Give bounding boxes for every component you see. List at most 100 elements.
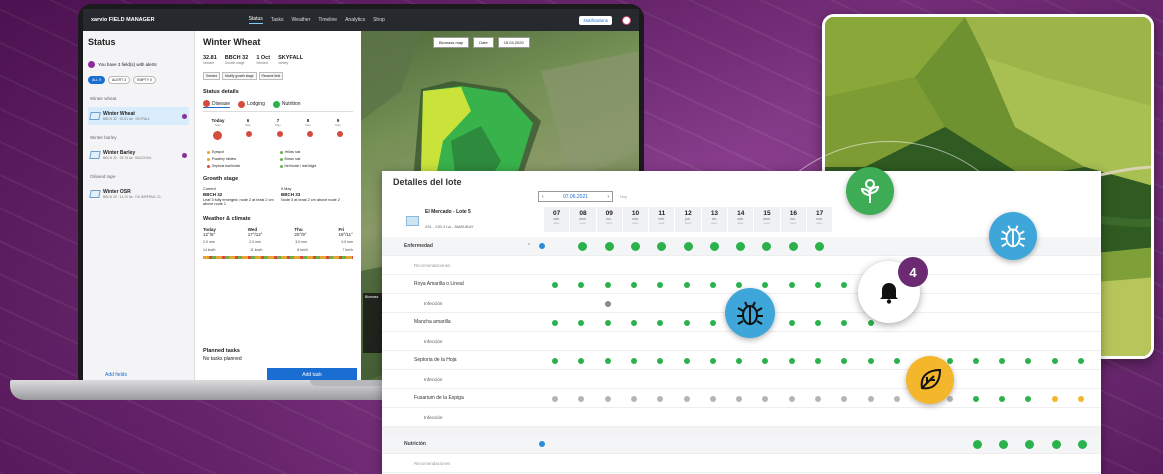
risk-dot[interactable] [604,357,611,364]
chip-all[interactable]: ALL 9 [88,76,106,84]
risk-dot[interactable] [815,319,821,326]
risk-dot[interactable] [1078,357,1084,364]
table-row[interactable]: Recomendaciones [382,256,1101,275]
risk-dot[interactable] [788,357,795,364]
risk-dot[interactable] [337,131,343,137]
prev-date-icon[interactable]: ‹ [542,194,544,200]
risk-dot[interactable] [604,281,611,288]
nav-shop[interactable]: Shop [373,17,385,23]
risk-dot[interactable] [657,395,664,402]
risk-dot[interactable] [578,281,585,288]
risk-dot[interactable] [736,281,743,288]
notifications-button[interactable]: Notifications [579,15,612,25]
risk-dot[interactable] [552,319,558,326]
chip-alert[interactable]: ALERT 3 [108,76,131,84]
risk-dot[interactable] [604,395,611,402]
nav-weather[interactable]: Weather [292,17,311,23]
risk-dot[interactable] [841,395,848,402]
category-row[interactable]: Nutrición [382,435,1101,454]
risk-dot[interactable] [972,440,982,449]
risk-dot[interactable] [972,395,979,402]
risk-dot[interactable] [815,357,821,364]
risk-dot[interactable] [246,131,253,137]
risk-dot[interactable] [604,319,611,326]
risk-dot[interactable] [841,357,848,364]
risk-dot[interactable] [1051,357,1058,364]
table-row[interactable]: Recomendaciones [382,454,1101,473]
risk-dot[interactable] [709,281,716,288]
risk-dot[interactable] [1051,440,1061,449]
risk-dot[interactable] [552,395,558,402]
nav-tasks[interactable]: Tasks [271,17,284,23]
tab-disease[interactable]: Disease [203,100,231,108]
risk-dot[interactable] [736,242,746,251]
risk-dot[interactable] [867,319,874,326]
risk-dot[interactable] [552,281,558,288]
table-row[interactable]: Fusarium de la Espiga [382,389,1101,408]
risk-dot[interactable] [657,357,664,364]
risk-dot[interactable] [999,440,1009,449]
table-row[interactable]: Infección [382,408,1101,427]
risk-dot[interactable] [762,281,769,288]
seeded-button[interactable]: Seeded [203,72,220,80]
nav-analytics[interactable]: Analytics [345,17,365,23]
risk-dot[interactable] [1078,395,1084,402]
collapse-chevron-icon[interactable]: ⌃ [527,243,531,249]
risk-dot[interactable] [683,242,693,251]
field-item-winter-osr[interactable]: Winter OSR BBCH 30 · 14.10 ha · DK IMPERI… [88,185,189,203]
map-layer-select[interactable]: Biomass map [433,37,470,48]
risk-dot[interactable] [788,242,798,251]
table-row[interactable]: Infección [382,370,1101,389]
field-item-winter-wheat[interactable]: Winter Wheat BBCH 32 · 32.81 ha · SKYFALL [88,107,189,125]
risk-dot[interactable] [276,131,283,137]
today-link[interactable]: Hoy [620,194,627,199]
risk-dot[interactable] [736,395,743,402]
risk-dot[interactable] [893,395,900,402]
next-date-icon[interactable]: › [607,194,609,200]
add-fields-button[interactable]: Add fields [105,372,127,378]
risk-dot[interactable] [999,357,1006,364]
risk-dot[interactable] [552,357,558,364]
rename-field-button[interactable]: Rename field [258,72,284,80]
risk-dot[interactable] [841,281,848,288]
risk-dot[interactable] [762,242,772,251]
risk-dot[interactable] [893,357,900,364]
map-date-picker[interactable]: 15.04.2020 [497,37,530,48]
risk-dot[interactable] [709,242,719,251]
tab-lodging[interactable]: Lodging [238,100,265,108]
risk-dot[interactable] [815,395,821,402]
risk-dot[interactable] [683,281,690,288]
risk-dot[interactable] [867,395,874,402]
risk-dot[interactable] [578,242,588,251]
risk-dot[interactable] [762,357,769,364]
risk-dot[interactable] [709,319,716,326]
risk-dot[interactable] [736,357,743,364]
risk-dot[interactable] [815,281,821,288]
risk-dot[interactable] [657,319,664,326]
risk-dot[interactable] [630,319,637,326]
risk-dot[interactable] [630,281,637,288]
risk-dot[interactable] [578,395,585,402]
risk-dot[interactable] [1025,440,1035,449]
risk-dot[interactable] [1025,357,1032,364]
risk-dot[interactable] [1051,395,1058,402]
risk-dot[interactable] [630,242,640,251]
risk-dot[interactable] [841,319,848,326]
table-row[interactable]: Septoria de la Hoja [382,351,1101,370]
risk-dot[interactable] [709,395,716,402]
risk-dot[interactable] [867,357,874,364]
risk-dot[interactable] [630,357,637,364]
risk-dot[interactable] [762,395,769,402]
risk-dot[interactable] [683,395,690,402]
avatar[interactable] [622,15,631,25]
nav-timeline[interactable]: Timeline [318,17,337,23]
risk-dot[interactable] [213,131,222,140]
risk-dot[interactable] [1025,395,1032,402]
risk-dot[interactable] [1078,440,1087,449]
nav-status[interactable]: Status [248,16,263,24]
risk-dot[interactable] [604,300,611,307]
risk-dot[interactable] [306,131,313,137]
risk-dot[interactable] [788,281,795,288]
risk-dot[interactable] [604,242,614,251]
date-picker[interactable]: ‹ 07.06.2021 › [538,191,613,202]
